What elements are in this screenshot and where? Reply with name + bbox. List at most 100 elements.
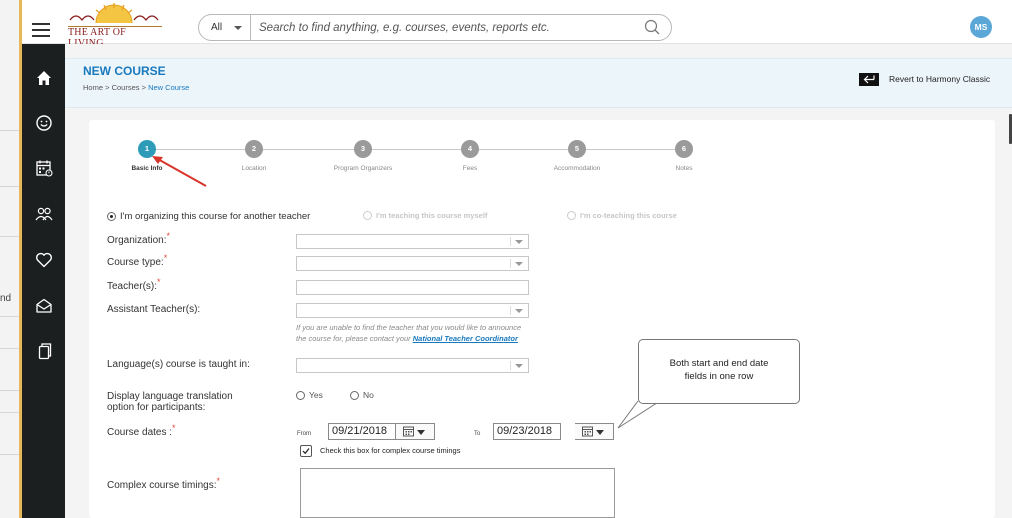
radio-unselected	[350, 391, 359, 401]
breadcrumb-separator: >	[103, 83, 112, 92]
nav-home[interactable]	[22, 61, 65, 95]
from-label: From	[297, 431, 311, 437]
page-header: NEW COURSE Home > Courses > New Course R…	[65, 58, 1012, 108]
page-title: NEW COURSE	[83, 64, 166, 78]
new-course-form-card: 1 Basic Info 2 Location 3 Program Organi…	[89, 120, 995, 518]
annotation-arrow	[152, 156, 207, 187]
course-type-select[interactable]	[296, 256, 529, 271]
step-number: 4	[461, 140, 479, 158]
nav-messages[interactable]	[22, 289, 65, 323]
strip-divider	[0, 316, 19, 317]
step-location[interactable]: 2 Location	[214, 140, 294, 172]
role-option-teaching[interactable]: I'm teaching this course myself	[363, 210, 487, 221]
left-nav-sidebar	[22, 44, 65, 518]
step-number: 6	[675, 140, 693, 158]
language-select[interactable]	[296, 358, 529, 373]
required-asterisk: *	[166, 231, 170, 241]
nav-wellbeing[interactable]	[22, 106, 65, 140]
chevron-down-icon	[515, 240, 523, 244]
language-label: Language(s) course is taught in:	[107, 359, 250, 370]
smiley-icon	[35, 115, 52, 131]
step-fees[interactable]: 4 Fees	[430, 140, 510, 172]
complex-timings-checkbox-label: Check this box for complex course timing…	[320, 445, 461, 455]
breadcrumb-separator: >	[139, 83, 149, 92]
breadcrumb-courses[interactable]: Courses	[112, 83, 140, 92]
role-option-coteaching[interactable]: I'm co-teaching this course	[567, 210, 677, 221]
translation-yes-label: Yes	[309, 390, 323, 400]
national-teacher-coordinator-link[interactable]: National Teacher Coordinator	[413, 334, 518, 343]
helper-text-line: If you are unable to find the teacher th…	[296, 323, 522, 332]
step-label: Accommodation	[553, 165, 601, 172]
to-label: To	[474, 431, 481, 437]
translation-yes-option[interactable]: Yes	[296, 390, 323, 401]
nav-documents[interactable]	[22, 334, 65, 368]
calendar-dropdown-icon	[403, 426, 425, 437]
breadcrumb-home[interactable]: Home	[83, 83, 103, 92]
organization-select[interactable]	[296, 234, 529, 249]
strip-divider	[0, 130, 19, 131]
main-content: NEW COURSE Home > Courses > New Course R…	[65, 44, 1012, 518]
radio-unselected	[296, 391, 305, 401]
start-date-picker-button[interactable]	[396, 423, 435, 440]
search-icon[interactable]	[643, 18, 661, 36]
revert-label: Revert to Harmony Classic	[889, 73, 991, 84]
radio-unselected	[363, 210, 372, 220]
translation-option-label: Display language translation option for p…	[107, 391, 233, 413]
top-header: THE ART OF LIVING All MS	[22, 0, 1012, 50]
complex-timings-label: Complex course timings:*	[107, 476, 220, 491]
breadcrumb: Home > Courses > New Course	[83, 83, 189, 92]
progress-stepper: 1 Basic Info 2 Location 3 Program Organi…	[89, 120, 995, 180]
role-option-organizing[interactable]: I'm organizing this course for another t…	[107, 211, 310, 222]
role-option-label: I'm co-teaching this course	[580, 211, 677, 220]
complex-timings-textarea[interactable]	[300, 468, 615, 518]
nav-calendar[interactable]	[22, 151, 65, 185]
breadcrumb-current: New Course	[148, 83, 190, 92]
sun-logo-icon	[69, 3, 159, 24]
callout-text: Both start and end date	[669, 358, 769, 369]
teacher-help-text: If you are unable to find the teacher th…	[296, 323, 586, 344]
strip-divider	[0, 454, 19, 455]
step-label: Notes	[675, 165, 693, 172]
strip-text-fragment: nd	[0, 293, 12, 304]
chevron-down-icon	[515, 262, 523, 266]
annotation-callout: Both start and end date fields in one ro…	[638, 339, 800, 404]
search-scope-value: All	[211, 22, 223, 33]
assistant-teachers-label: Assistant Teacher(s):	[107, 304, 201, 315]
step-accommodation[interactable]: 5 Accommodation	[537, 140, 617, 172]
hamburger-menu-icon[interactable]	[32, 23, 50, 37]
course-type-label: Course type:*	[107, 253, 168, 268]
step-notes[interactable]: 6 Notes	[644, 140, 724, 172]
user-avatar[interactable]: MS	[970, 16, 992, 38]
back-arrow-icon	[859, 73, 879, 86]
required-asterisk: *	[216, 476, 220, 486]
start-date-input[interactable]: 09/21/2018	[328, 423, 396, 440]
background-window-strip: nd	[0, 0, 22, 518]
strip-divider	[0, 236, 19, 237]
calendar-icon	[35, 160, 53, 177]
complex-timings-checkbox-row[interactable]: Check this box for complex course timing…	[300, 445, 460, 457]
translation-no-option[interactable]: No	[350, 390, 374, 401]
radio-selected	[107, 211, 116, 221]
checkmark-icon	[302, 448, 310, 455]
end-date-picker-button[interactable]	[575, 423, 614, 440]
nav-favorites[interactable]	[22, 243, 65, 277]
strip-divider	[0, 186, 19, 187]
teachers-input[interactable]	[296, 280, 529, 295]
step-program-organizers[interactable]: 3 Program Organizers	[323, 140, 403, 172]
assistant-teachers-select[interactable]	[296, 303, 529, 318]
end-date-input[interactable]: 09/23/2018	[493, 423, 561, 440]
people-icon	[35, 207, 53, 221]
role-option-label: I'm organizing this course for another t…	[120, 211, 311, 222]
course-dates-label: Course dates :*	[107, 423, 176, 438]
search-scope-dropdown[interactable]: All	[199, 15, 251, 40]
chevron-down-icon	[515, 364, 523, 368]
nav-people[interactable]	[22, 197, 65, 231]
step-number: 3	[354, 140, 372, 158]
envelope-icon	[35, 298, 52, 313]
search-input[interactable]	[259, 18, 639, 37]
art-of-living-logo[interactable]: THE ART OF LIVING	[66, 2, 162, 50]
global-search: All	[198, 14, 672, 41]
complex-timings-checkbox[interactable]	[300, 445, 312, 457]
translation-no-label: No	[363, 390, 374, 400]
revert-to-classic-button[interactable]: Revert to Harmony Classic	[859, 73, 990, 86]
